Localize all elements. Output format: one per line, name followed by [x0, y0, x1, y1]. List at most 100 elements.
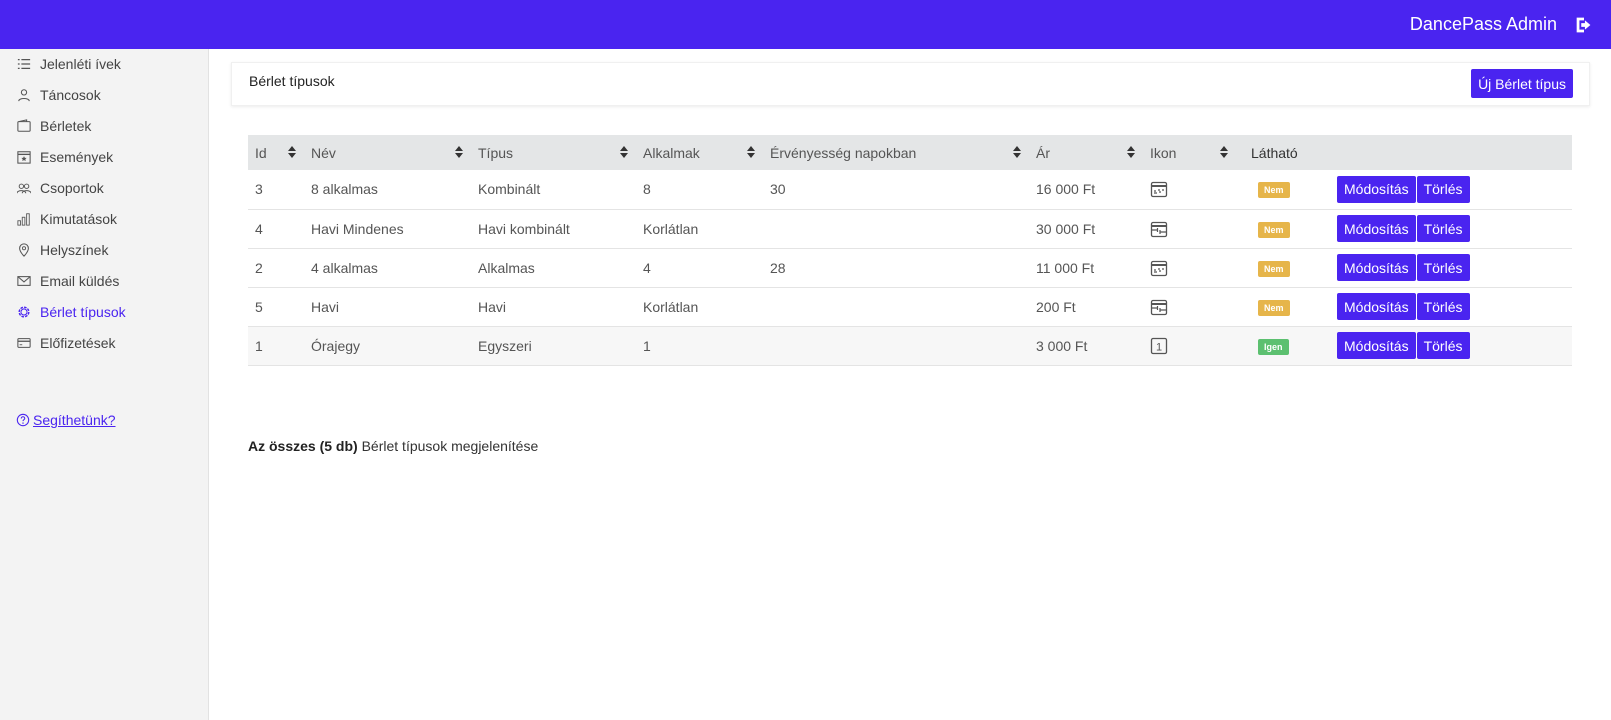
status-badge: Nem	[1258, 182, 1290, 199]
cell-price: 3 000 Ft	[1036, 337, 1088, 354]
summary-count: Az összes (5 db)	[248, 438, 358, 454]
cell-type: Egyszeri	[478, 337, 532, 354]
new-berlet-tipus-button[interactable]: Új Bérlet típus	[1471, 69, 1573, 98]
user-icon	[16, 88, 31, 103]
cell-icon	[1143, 209, 1236, 248]
column-header-nev[interactable]: Név	[304, 135, 471, 170]
column-header-actions	[1330, 135, 1572, 170]
column-header-ervenyesseg[interactable]: Érvényesség napokban	[763, 135, 1029, 170]
status-badge: Nem	[1258, 260, 1290, 277]
sidebar-item-berletek[interactable]: Bérletek	[16, 114, 91, 138]
sidebar-item-elofizetesek[interactable]: Előfizetések	[16, 331, 115, 355]
sidebar-item-label: Események	[40, 149, 114, 165]
list-icon	[16, 57, 31, 72]
cell-price: 16 000 Ft	[1036, 181, 1096, 198]
top-bar: DancePass Admin	[0, 0, 1611, 49]
cell-occasions: 8	[643, 181, 651, 198]
cell-actions: Módosítás Törlés	[1330, 287, 1572, 326]
page-title: Bérlet típusok	[249, 73, 335, 89]
cell-id: 1	[255, 337, 263, 354]
cell-name: Órajegy	[311, 337, 361, 354]
cell-id: 5	[255, 298, 263, 315]
column-header-alkalmak[interactable]: Alkalmak	[636, 135, 763, 170]
cell-actions: Módosítás Törlés	[1330, 248, 1572, 287]
calendar-event-icon	[16, 150, 31, 165]
delete-button[interactable]: Törlés	[1416, 332, 1470, 359]
table-card: Id Név Típus Alkalmak Érvényesség napokb…	[231, 119, 1590, 469]
calendar-week-icon	[1150, 260, 1168, 276]
delete-button[interactable]: Törlés	[1416, 175, 1470, 203]
cell-occasions: Korlátlan	[643, 220, 699, 237]
cell-validity	[763, 287, 1029, 326]
sidebar-item-label: Bérlet típusok	[40, 304, 126, 320]
cell-name: Havi Mindenes	[311, 220, 404, 237]
cell-name: 4 alkalmas	[311, 259, 378, 276]
edit-button[interactable]: Módosítás	[1337, 254, 1416, 281]
cell-price: 200 Ft	[1036, 298, 1076, 315]
cell-icon: 1	[1143, 326, 1236, 365]
edit-button[interactable]: Módosítás	[1337, 293, 1416, 320]
sidebar-item-berlet-tipusok[interactable]: Bérlet típusok	[16, 300, 126, 324]
edit-button[interactable]: Módosítás	[1337, 332, 1416, 359]
cell-icon	[1143, 287, 1236, 326]
sort-icon	[455, 146, 463, 158]
gear-icon	[16, 305, 31, 320]
question-circle-icon	[16, 413, 31, 428]
cell-type: Alkalmas	[478, 259, 535, 276]
table-row: 3 8 alkalmas Kombinált 8 30 16 000 Ft Ne…	[248, 170, 1572, 209]
sidebar-item-csoportok[interactable]: Csoportok	[16, 176, 104, 200]
cell-name: 8 alkalmas	[311, 181, 378, 198]
cell-validity	[763, 326, 1029, 365]
location-pin-icon	[16, 243, 31, 258]
sidebar-item-helyszinek[interactable]: Helyszínek	[16, 238, 108, 262]
edit-button[interactable]: Módosítás	[1337, 175, 1416, 203]
calendar-month-icon	[1150, 299, 1168, 315]
calendar-week-icon	[1150, 182, 1168, 198]
cell-actions: Módosítás Törlés	[1330, 326, 1572, 365]
sidebar-item-tancosok[interactable]: Táncosok	[16, 83, 101, 107]
sidebar-item-jelenleti-ivek[interactable]: Jelenléti ívek	[16, 52, 121, 76]
column-header-ar[interactable]: Ár	[1029, 135, 1143, 170]
sort-icon	[288, 146, 296, 158]
sort-icon	[620, 146, 628, 158]
sort-icon	[1013, 146, 1021, 158]
cell-occasions: 4	[643, 259, 651, 276]
cell-visible: Nem	[1236, 287, 1330, 326]
sidebar-item-label: Jelenléti ívek	[40, 56, 121, 72]
table-header-row: Id Név Típus Alkalmak Érvényesség napokb…	[248, 135, 1572, 170]
sidebar-item-label: Előfizetések	[40, 335, 116, 351]
help-label: Segíthetünk?	[33, 412, 116, 428]
app-brand: DancePass Admin	[1409, 14, 1557, 34]
help-link[interactable]: Segíthetünk?	[16, 412, 116, 428]
status-badge: Nem	[1258, 221, 1290, 238]
main-content: Bérlet típusok Új Bérlet típus Id Név Tí…	[209, 49, 1611, 720]
column-header-tipus[interactable]: Típus	[471, 135, 636, 170]
summary-text: Bérlet típusok megjelenítése	[361, 438, 539, 454]
delete-button[interactable]: Törlés	[1416, 215, 1470, 242]
sort-icon	[1127, 146, 1135, 158]
calendar-month-icon	[1150, 221, 1168, 237]
delete-button[interactable]: Törlés	[1416, 254, 1470, 281]
table-row: 4 Havi Mindenes Havi kombinált Korlátlan…	[248, 209, 1572, 248]
cell-price: 30 000 Ft	[1036, 220, 1096, 237]
sidebar-item-esemenyek[interactable]: Események	[16, 145, 113, 169]
cell-visible: Igen	[1236, 326, 1330, 365]
sidebar-item-label: Helyszínek	[40, 242, 109, 258]
page-header: Bérlet típusok Új Bérlet típus	[231, 62, 1590, 106]
table-row: 5 Havi Havi Korlátlan 200 Ft Nem Módosít…	[248, 287, 1572, 326]
edit-button[interactable]: Módosítás	[1337, 215, 1416, 242]
one-ticket-icon: 1	[1150, 337, 1168, 354]
cell-visible: Nem	[1236, 248, 1330, 287]
cell-id: 3	[255, 181, 263, 198]
logout-icon[interactable]	[1573, 14, 1595, 36]
cell-validity	[763, 209, 1029, 248]
cell-validity: 28	[770, 259, 786, 276]
delete-button[interactable]: Törlés	[1416, 293, 1470, 320]
column-header-ikon[interactable]: Ikon	[1143, 135, 1236, 170]
column-header-id[interactable]: Id	[248, 135, 304, 170]
sidebar-item-email-kuldes[interactable]: Email küldés	[16, 269, 119, 293]
sidebar-item-label: Csoportok	[40, 180, 104, 196]
sidebar-item-kimutatasok[interactable]: Kimutatások	[16, 207, 117, 231]
wallet-icon	[16, 119, 31, 134]
cell-actions: Módosítás Törlés	[1330, 170, 1572, 209]
